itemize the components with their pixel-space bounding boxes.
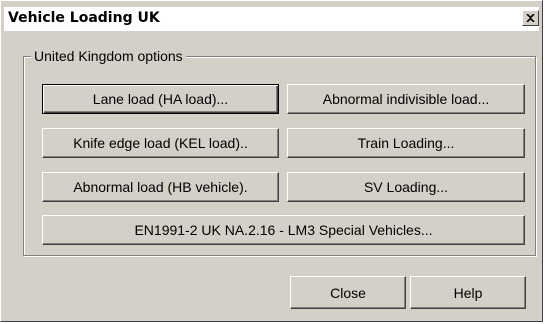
knife-edge-load-button-label: Knife edge load (KEL load)..	[73, 135, 248, 151]
sv-loading-button-label: SV Loading...	[363, 179, 449, 195]
close-icon	[526, 14, 535, 22]
groupbox-label: United Kingdom options	[31, 48, 186, 64]
knife-edge-load-button[interactable]: Knife edge load (KEL load)..	[42, 128, 279, 158]
help-button[interactable]: Help	[410, 276, 526, 309]
window-title: Vehicle Loading UK	[8, 10, 160, 26]
close-button-label: Close	[330, 284, 366, 301]
train-loading-button[interactable]: Train Loading...	[287, 128, 525, 158]
abnormal-indivisible-load-button[interactable]: Abnormal indivisible load...	[287, 84, 525, 114]
title-close-button[interactable]	[522, 10, 539, 26]
train-loading-button-label: Train Loading...	[357, 135, 455, 151]
help-button-label: Help	[453, 284, 483, 301]
lane-load-button[interactable]: Lane load (HA load)...	[42, 84, 279, 114]
close-button[interactable]: Close	[290, 276, 406, 309]
lane-load-button-label: Lane load (HA load)...	[92, 91, 229, 107]
en1991-special-vehicles-button[interactable]: EN1991-2 UK NA.2.16 - LM3 Special Vehicl…	[42, 215, 525, 245]
sv-loading-button[interactable]: SV Loading...	[287, 172, 525, 202]
abnormal-indivisible-load-button-label: Abnormal indivisible load...	[322, 91, 490, 107]
en1991-special-vehicles-button-label: EN1991-2 UK NA.2.16 - LM3 Special Vehicl…	[134, 222, 433, 238]
abnormal-load-hb-button[interactable]: Abnormal load (HB vehicle).	[42, 172, 279, 202]
abnormal-load-hb-button-label: Abnormal load (HB vehicle).	[73, 179, 248, 195]
title-bar[interactable]: Vehicle Loading UK	[4, 7, 539, 31]
